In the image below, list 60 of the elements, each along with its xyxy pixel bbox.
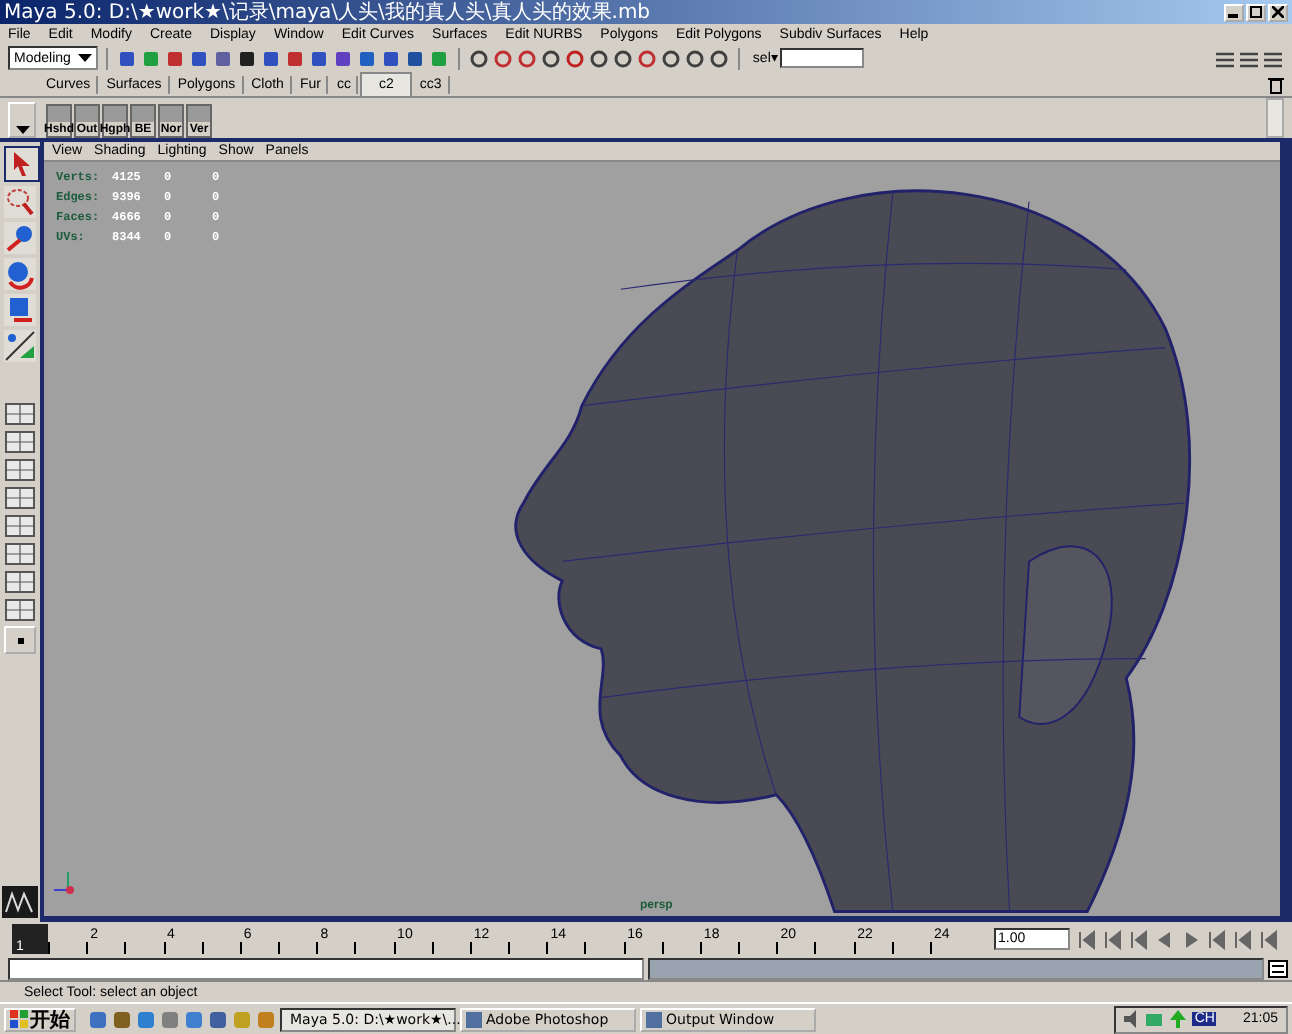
playback-icon[interactable]	[1102, 929, 1124, 949]
speaker-icon[interactable]	[1124, 1010, 1141, 1028]
layout-icon[interactable]	[1238, 47, 1260, 69]
layout-icon[interactable]	[4, 486, 36, 510]
layout-icon[interactable]	[4, 542, 36, 566]
playback-icon[interactable]	[1206, 929, 1228, 949]
tool-icon[interactable]	[612, 47, 635, 69]
rotate-tool-icon[interactable]	[4, 258, 36, 290]
tool-icon[interactable]	[540, 47, 563, 69]
tool-icon[interactable]	[332, 47, 355, 69]
close-button[interactable]	[1268, 3, 1288, 21]
arrow-cursor-icon[interactable]	[4, 146, 40, 182]
app-icon	[646, 1011, 662, 1027]
trash-icon[interactable]	[1268, 75, 1284, 93]
layout-icon[interactable]	[4, 570, 36, 594]
window-title: Maya 5.0: D:\★work★\记录\maya\人头\我的真人头\真人头的效果.mb	[4, 0, 653, 26]
selection-field[interactable]	[780, 48, 865, 68]
tool-icon[interactable]	[260, 47, 283, 69]
restore-icon	[1250, 6, 1262, 18]
layout-icon[interactable]	[1214, 47, 1236, 69]
windows-logo-icon	[10, 1010, 28, 1028]
app-icon	[466, 1011, 482, 1027]
tool-icon[interactable]	[188, 47, 211, 69]
tool-icon[interactable]	[308, 47, 331, 69]
close-icon	[1272, 6, 1284, 18]
tool-icon[interactable]	[684, 47, 707, 69]
layout-icon[interactable]	[1262, 47, 1284, 69]
shelf-scrollbar[interactable]	[1266, 98, 1284, 138]
playback-icon[interactable]	[1128, 929, 1150, 949]
scale-tool-icon[interactable]	[4, 294, 36, 326]
tool-icon[interactable]	[236, 47, 259, 69]
tool-icon[interactable]	[380, 47, 403, 69]
tool-icon[interactable]	[116, 47, 139, 69]
start-button[interactable]: 开始	[4, 1007, 76, 1031]
playback-icon[interactable]	[1076, 929, 1098, 949]
layout-icon[interactable]	[4, 598, 36, 622]
logo-icon	[2, 886, 38, 918]
layout-icon[interactable]	[4, 430, 36, 454]
manipulator-icon[interactable]	[4, 330, 36, 362]
layout-icon[interactable]	[4, 458, 36, 482]
script-editor-icon[interactable]	[1268, 959, 1288, 977]
minimize-button[interactable]	[1224, 3, 1244, 21]
caret-icon	[15, 126, 29, 136]
move-tool-icon[interactable]	[4, 222, 36, 254]
caret-icon	[78, 53, 93, 63]
tool-icon[interactable]	[660, 47, 683, 69]
lasso-icon[interactable]	[4, 186, 36, 218]
playback-icon[interactable]	[1232, 929, 1254, 949]
tool-icon[interactable]	[708, 47, 731, 69]
options-button[interactable]	[4, 626, 36, 654]
layout-icon[interactable]	[4, 402, 36, 426]
playback-icon[interactable]	[1258, 929, 1280, 949]
tool-icon[interactable]	[588, 47, 611, 69]
playback-icon[interactable]	[1154, 929, 1176, 949]
maximize-button[interactable]	[1246, 3, 1266, 21]
tool-icon[interactable]	[404, 47, 427, 69]
layout-icon[interactable]	[4, 514, 36, 538]
tool-icon[interactable]	[468, 47, 491, 69]
playback-icon[interactable]	[1180, 929, 1202, 949]
shelf-menu-button[interactable]	[8, 102, 36, 138]
